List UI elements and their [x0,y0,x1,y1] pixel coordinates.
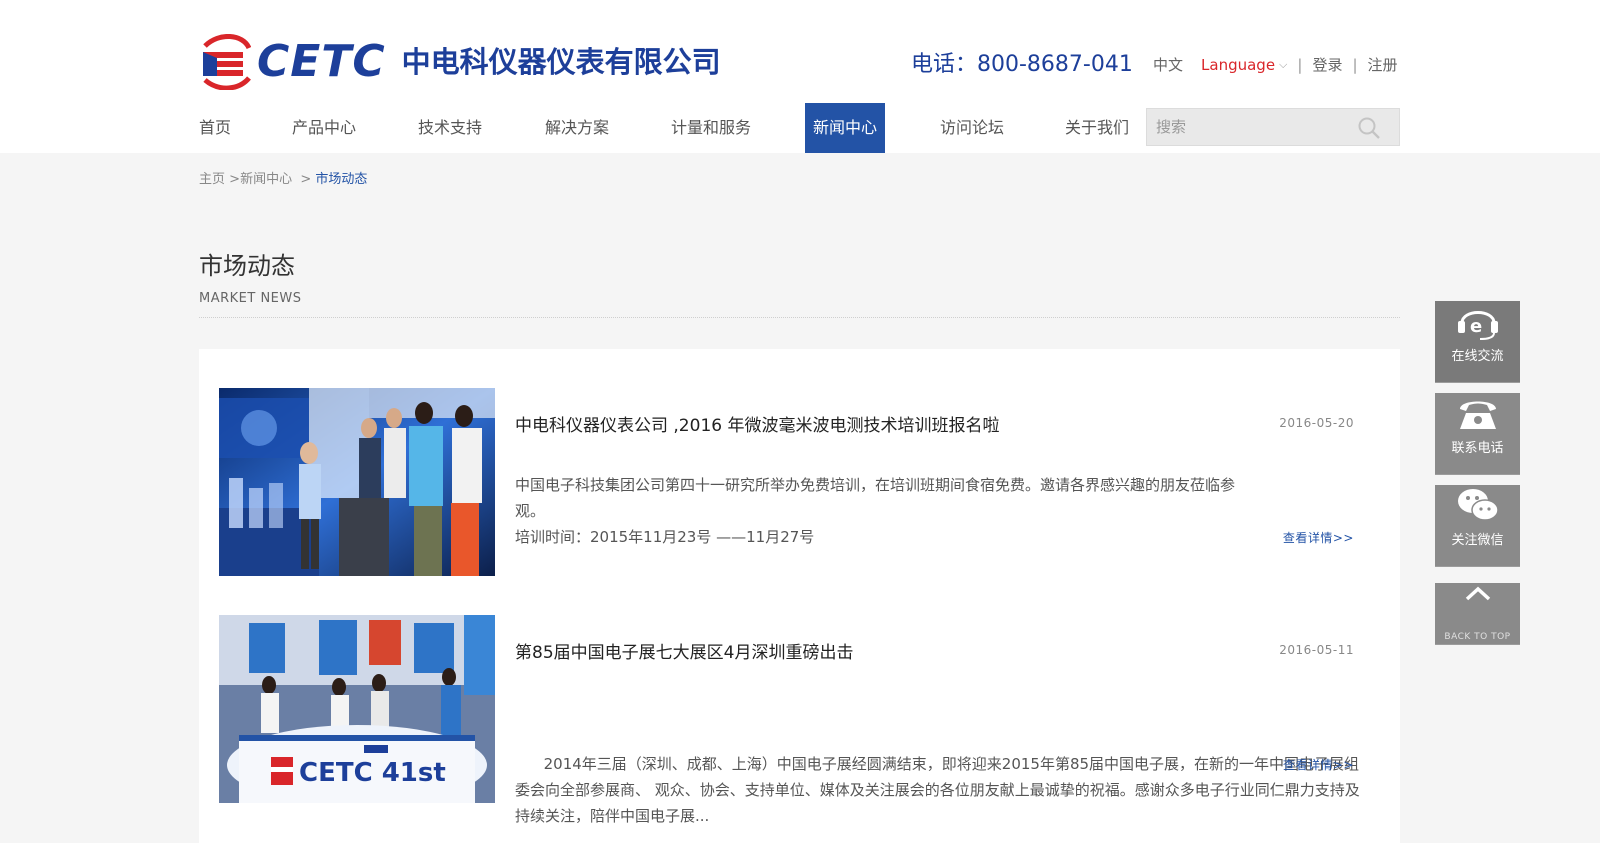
news-item: 中电科仪器仪表公司 ,2016 年微波毫米波电测技术培训班报名啦 2016-05… [219,388,1384,578]
logo-company-name: 中电科仪器仪表有限公司 [401,45,721,79]
search-box [1146,108,1400,146]
divider [199,317,1400,318]
back-to-top-label: BACK TO TOP [1444,632,1511,642]
nav-item-products[interactable]: 产品中心 [292,103,356,153]
nav-item-support[interactable]: 技术支持 [418,103,482,153]
page-subtitle: MARKET NEWS [199,291,302,306]
news-title[interactable]: 中电科仪器仪表公司 ,2016 年微波毫米波电测技术培训班报名啦 [515,414,999,438]
back-to-top-button[interactable]: BACK TO TOP [1435,583,1520,645]
news-summary: 2014年三届（深圳、成都、上海）中国电子展经圆满结束，即将迎来2015年第85… [515,699,1365,843]
wechat-icon [1457,489,1499,521]
company-logo[interactable]: CETC 中电科仪器仪表有限公司 [199,34,721,90]
contact-phone-label: 联系电话 [1451,441,1504,456]
read-more-link[interactable]: 查看详情>> [1283,529,1354,546]
online-chat-button[interactable]: e 在线交流 [1435,301,1520,383]
training-photo-image [219,388,495,576]
news-title[interactable]: 第85届中国电子展七大展区4月深圳重磅出击 [515,641,853,665]
top-links: 中文 Language ⌵ | 登录 | 注册 [1153,53,1398,77]
news-thumbnail[interactable] [219,388,495,576]
wechat-follow-label: 关注微信 [1451,533,1504,548]
breadcrumb-current: 市场动态 [315,172,368,187]
telephone-icon [1459,401,1496,429]
news-item: CETC 41st 第85届中国电子展七大展区4月深圳重磅出击 2016-05-… [219,615,1384,825]
nav-item-news[interactable]: 新闻中心 [805,103,886,153]
logo-brand-text: CETC [257,36,386,87]
site-header: CETC 中电科仪器仪表有限公司 电话：800-8687-041 中文 Lang… [0,0,1600,153]
nav-item-solutions[interactable]: 解决方案 [545,103,609,153]
summary-line: 中国电子科技集团公司第四十一研究所举办免费培训，在培训班期间食宿免费。邀请各界感… [515,476,1236,520]
nav-item-forum[interactable]: 访问论坛 [940,103,1004,153]
news-date: 2016-05-20 [1279,416,1354,430]
chevron-up-icon [1465,586,1490,601]
chevron-down-icon[interactable]: ⌵ [1279,53,1287,77]
online-chat-icon: e [1457,311,1498,340]
search-input[interactable] [1147,109,1347,145]
news-list: 中电科仪器仪表公司 ,2016 年微波毫米波电测技术培训班报名啦 2016-05… [199,349,1400,843]
nav-item-metrology[interactable]: 计量和服务 [671,103,751,153]
breadcrumb-separator: > [229,172,241,187]
nav-item-about[interactable]: 关于我们 [1065,103,1129,153]
breadcrumb-separator: > [300,172,312,187]
breadcrumb: 主页 >新闻中心 > 市场动态 [199,170,367,190]
svg-text:e: e [1470,316,1482,337]
search-icon[interactable] [1357,116,1381,140]
online-chat-label: 在线交流 [1451,349,1504,364]
separator: | [1297,56,1303,74]
nav-item-home[interactable]: 首页 [199,103,231,153]
contact-phone-button[interactable]: 联系电话 [1435,393,1520,475]
register-link[interactable]: 注册 [1368,53,1398,77]
summary-line: 2014年三届（深圳、成都、上海）中国电子展经圆满结束，即将迎来2015年第85… [515,755,1360,825]
expo-photo-image: CETC 41st [219,615,495,803]
breadcrumb-section[interactable]: 新闻中心 [240,172,292,187]
summary-line: 培训时间：2015年11月23号 ——11月27号 [515,528,815,546]
page-title: 市场动态 [199,252,295,280]
lang-chinese-link[interactable]: 中文 [1153,53,1183,77]
hotline-phone: 电话：800-8687-041 [911,52,1133,77]
login-link[interactable]: 登录 [1312,53,1342,77]
read-more-link[interactable]: 查看详情>> [1283,756,1354,773]
expo-booth-logo: CETC 41st [299,758,446,788]
news-thumbnail[interactable]: CETC 41st [219,615,495,803]
language-selector[interactable]: Language [1201,53,1275,77]
news-summary: 中国电子科技集团公司第四十一研究所举办免费培训，在培训班期间食宿免费。邀请各界感… [515,472,1235,550]
cetc-logo-mark-icon [203,34,251,90]
breadcrumb-home[interactable]: 主页 [199,172,225,187]
news-date: 2016-05-11 [1279,643,1354,657]
separator: | [1352,56,1358,74]
wechat-follow-button[interactable]: 关注微信 [1435,485,1520,567]
floating-sidebar: e 在线交流 联系电话 关注微信 BACK TO TOP [1435,291,1520,645]
